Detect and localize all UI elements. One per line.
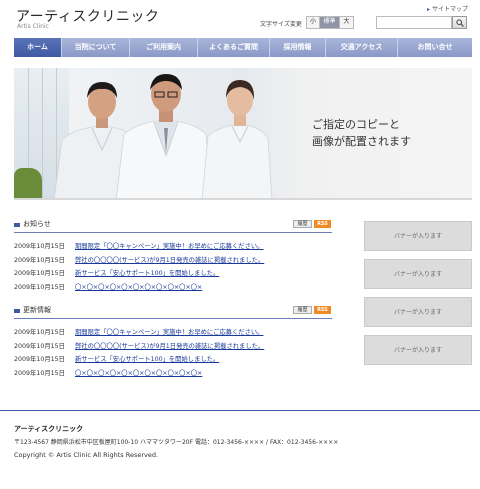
side-banner[interactable]: バナーが入ります xyxy=(364,221,472,251)
nav-item-recruit[interactable]: 採用情報 xyxy=(270,38,326,57)
side-banner[interactable]: バナーが入ります xyxy=(364,335,472,365)
nav-item-home[interactable]: ホーム xyxy=(14,38,62,57)
logo-subtitle: Artis Clinic xyxy=(17,23,49,30)
section-marker-icon xyxy=(14,223,20,227)
search-icon xyxy=(456,19,464,27)
nav-item-about[interactable]: 当院について xyxy=(62,38,130,57)
sitemap-label: サイトマップ xyxy=(432,6,469,13)
news-link[interactable]: 新サービス「安心サポート100」を開始しました。 xyxy=(75,353,219,366)
footer-clinic-name: アーティスクリニック xyxy=(14,425,84,433)
footer-divider xyxy=(0,410,480,411)
nav-item-contact[interactable]: お問い合せ xyxy=(398,38,472,57)
news-link[interactable]: 新サービス「安心サポート100」を開始しました。 xyxy=(75,267,219,280)
hero-copy-line2: 画像が配置されます xyxy=(312,135,411,148)
sitemap-link[interactable]: ▸ サイトマップ xyxy=(427,4,468,13)
side-banner[interactable]: バナーが入ります xyxy=(364,297,472,327)
updates-title: 更新情報 xyxy=(23,306,51,314)
news-link[interactable]: 期間限定「〇〇キャンペーン」実施中！お早めにご応募ください。 xyxy=(75,326,263,339)
news-date: 2009年10月15日 xyxy=(14,329,65,336)
news-title: お知らせ xyxy=(23,220,51,228)
nav-item-access[interactable]: 交通アクセス xyxy=(326,38,398,57)
news-link[interactable]: 期間限定「〇〇キャンペーン」実施中！お早めにご応募ください。 xyxy=(75,240,263,253)
hero-staff-photo xyxy=(54,74,273,198)
news-date: 2009年10月15日 xyxy=(14,284,65,291)
search-input[interactable] xyxy=(376,16,452,29)
news-link[interactable]: 弊社の〇〇〇〇(サービス)が9月1日発売の雑誌に掲載されました。 xyxy=(75,254,264,267)
search-button[interactable] xyxy=(452,16,467,29)
hero-copy-line1: ご指定のコピーと xyxy=(312,118,400,131)
news-date: 2009年10月15日 xyxy=(14,343,65,350)
global-nav: ホーム 当院について ご利用案内 よくあるご質問 採用情報 交通アクセス お問い… xyxy=(14,38,472,57)
news-link[interactable]: 〇×〇×〇×〇×〇×〇×〇×〇×〇×〇×〇× xyxy=(75,281,202,294)
fontsize-label: 文字サイズ変更 xyxy=(260,21,302,28)
fontsize-medium-button[interactable]: 標準 xyxy=(320,17,340,28)
news-date: 2009年10月15日 xyxy=(14,243,65,250)
updates-section-title: 更新情報 履歴 RSS xyxy=(14,305,332,319)
header: アーティスクリニック Artis Clinic ▸ サイトマップ 文字サイズ変更 … xyxy=(0,0,480,38)
news-section-title: お知らせ 履歴 RSS xyxy=(14,219,332,233)
news-date: 2009年10月15日 xyxy=(14,370,65,377)
nav-item-faq[interactable]: よくあるご質問 xyxy=(198,38,270,57)
nav-item-guide[interactable]: ご利用案内 xyxy=(130,38,198,57)
footer-copyright: Copyright © Artis Clinic All Rights Rese… xyxy=(14,451,159,459)
fontsize-large-button[interactable]: 大 xyxy=(340,17,353,28)
footer-address: 〒123-4567 静岡県浜松市中区板屋町100-10 ハママツタワー20F 電… xyxy=(14,439,339,446)
updates-history-button[interactable]: 履歴 xyxy=(293,306,312,314)
news-date: 2009年10月15日 xyxy=(14,270,65,277)
news-link[interactable]: 〇×〇×〇×〇×〇×〇×〇×〇×〇×〇×〇× xyxy=(75,367,202,380)
side-banner[interactable]: バナーが入ります xyxy=(364,259,472,289)
hero-banner: ご指定のコピーと 画像が配置されます xyxy=(14,68,472,200)
news-date: 2009年10月15日 xyxy=(14,257,65,264)
hero-plant xyxy=(14,168,42,198)
section-marker-icon xyxy=(14,309,20,313)
updates-rss-button[interactable]: RSS xyxy=(314,306,331,314)
news-history-button[interactable]: 履歴 xyxy=(293,220,312,228)
news-rss-button[interactable]: RSS xyxy=(314,220,331,228)
fontsize-switcher: 小 標準 大 xyxy=(306,16,354,29)
fontsize-small-button[interactable]: 小 xyxy=(307,17,320,28)
news-date: 2009年10月15日 xyxy=(14,356,65,363)
news-link[interactable]: 弊社の〇〇〇〇(サービス)が9月1日発売の雑誌に掲載されました。 xyxy=(75,340,264,353)
arrow-right-icon: ▸ xyxy=(427,6,431,13)
hero-copy: ご指定のコピーと 画像が配置されます xyxy=(312,116,411,150)
